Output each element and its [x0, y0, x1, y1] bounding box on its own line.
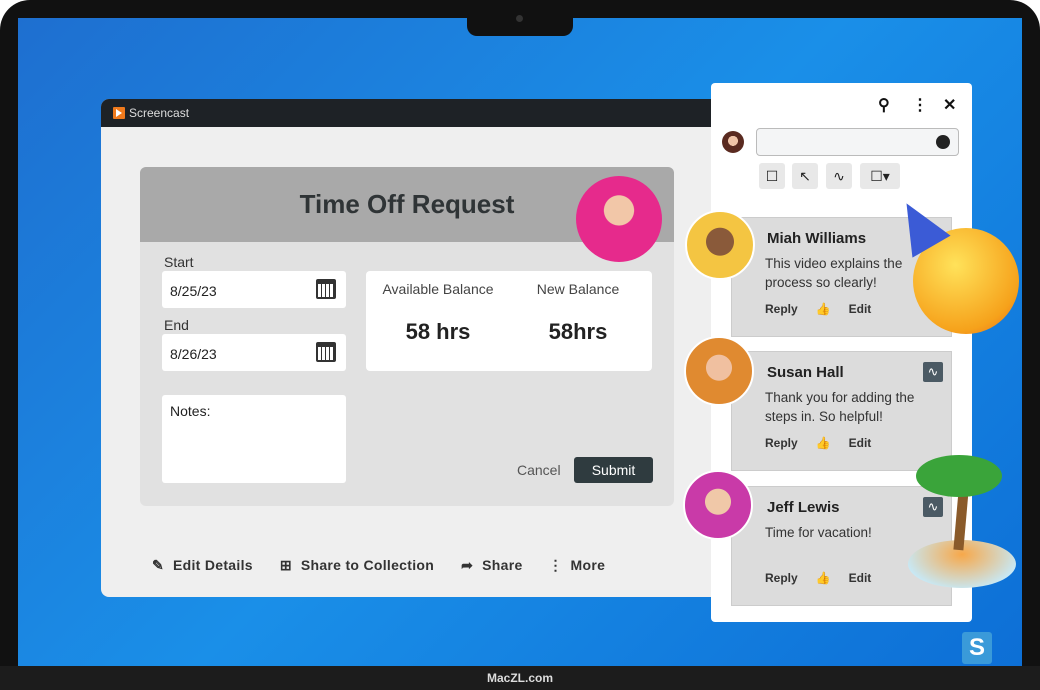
- end-date-input[interactable]: 8/26/23: [162, 334, 346, 371]
- comment-item: Jeff Lewis ∿ Time for vacation! Reply 👍 Ed…: [731, 486, 952, 606]
- edit-button[interactable]: Edit: [849, 302, 872, 316]
- edit-button[interactable]: Edit: [849, 436, 872, 450]
- more-button[interactable]: ⋮ More: [549, 557, 606, 574]
- collection-icon: ⊞: [279, 557, 292, 573]
- end-label: End: [164, 317, 189, 333]
- freehand-annotation-icon[interactable]: ∿: [923, 497, 943, 517]
- notes-input[interactable]: Notes:: [162, 395, 346, 483]
- comment-text: Thank you for adding the steps in. So he…: [765, 390, 915, 424]
- balance-box: Available Balance 58 hrs New Balance 58h…: [366, 271, 652, 371]
- user-avatar: [576, 176, 662, 262]
- comment-author: Jeff Lewis: [767, 499, 840, 516]
- action-label: Edit Details: [173, 557, 253, 573]
- close-icon[interactable]: ✕: [943, 95, 956, 115]
- comment-author: Susan Hall: [767, 364, 844, 381]
- calendar-icon[interactable]: [316, 279, 336, 299]
- like-icon[interactable]: 👍: [816, 571, 831, 585]
- available-balance-value: 58 hrs: [405, 319, 471, 344]
- new-balance-label: New Balance: [536, 281, 620, 297]
- current-user-avatar: [722, 131, 744, 153]
- comment-input[interactable]: [756, 128, 959, 156]
- action-label: More: [570, 557, 606, 573]
- action-label: Share: [482, 557, 523, 573]
- shape-dropdown-icon[interactable]: ☐▾: [860, 163, 900, 189]
- start-label: Start: [164, 254, 194, 270]
- action-label: Share to Collection: [300, 557, 435, 573]
- cancel-button[interactable]: Cancel: [517, 462, 561, 478]
- start-date-value: 8/25/23: [170, 283, 217, 299]
- pencil-icon: ✎: [151, 557, 165, 573]
- more-icon: ⋮: [548, 557, 563, 573]
- share-icon: ➦: [461, 557, 474, 573]
- techsmith-logo-icon: S: [962, 632, 992, 664]
- action-bar: ✎ Edit Details ⊞ Share to Collection ➦ Shar…: [151, 557, 605, 574]
- arrow-tool-icon[interactable]: ↖: [792, 163, 818, 189]
- start-date-input[interactable]: 8/25/23: [162, 271, 346, 308]
- share-to-collection-button[interactable]: ⊞ Share to Collection: [279, 557, 434, 574]
- rectangle-tool-icon[interactable]: ☐: [759, 163, 785, 189]
- reply-button[interactable]: Reply: [765, 571, 798, 585]
- edit-button[interactable]: Edit: [849, 571, 872, 585]
- screencast-window: Screencast Time Off Request Start 8/25/2…: [101, 99, 761, 597]
- camera-icon: [516, 15, 523, 22]
- submit-button[interactable]: Submit: [574, 457, 653, 483]
- jeff-avatar: [683, 470, 753, 540]
- freehand-annotation-icon[interactable]: ∿: [923, 362, 943, 382]
- search-icon[interactable]: ⚲: [878, 95, 890, 115]
- calendar-icon[interactable]: [316, 342, 336, 362]
- available-balance-label: Available Balance: [382, 281, 494, 297]
- freehand-tool-icon[interactable]: ∿: [826, 163, 852, 189]
- notes-label: Notes:: [170, 403, 211, 419]
- end-date-value: 8/26/23: [170, 346, 217, 362]
- reply-button[interactable]: Reply: [765, 302, 798, 316]
- like-icon[interactable]: 👍: [816, 302, 831, 316]
- comments-panel: ⚲ ⋮ ✕ ☐ ↖ ∿ ☐▾ Miah Williams This video …: [711, 83, 972, 622]
- like-icon[interactable]: 👍: [816, 436, 831, 450]
- comment-text: Time for vacation!: [765, 525, 872, 540]
- miah-avatar: [685, 210, 755, 280]
- comment-author: Miah Williams: [767, 230, 867, 247]
- comment-item: Susan Hall ∿ Thank you for adding the st…: [731, 351, 952, 471]
- screencast-logo-icon: [113, 107, 125, 119]
- share-button[interactable]: ➦ Share: [460, 557, 522, 574]
- palm-leaves-icon: [916, 455, 1002, 497]
- susan-avatar: [684, 336, 754, 406]
- more-vertical-icon[interactable]: ⋮: [912, 95, 928, 115]
- reply-button[interactable]: Reply: [765, 436, 798, 450]
- emoji-icon[interactable]: [936, 135, 950, 149]
- edit-details-button[interactable]: ✎ Edit Details: [151, 557, 253, 574]
- app-title: Screencast: [129, 106, 190, 120]
- footer-watermark: MacZL.com: [0, 666, 1040, 690]
- title-bar: Screencast: [101, 99, 761, 127]
- new-balance-value: 58hrs: [548, 319, 608, 344]
